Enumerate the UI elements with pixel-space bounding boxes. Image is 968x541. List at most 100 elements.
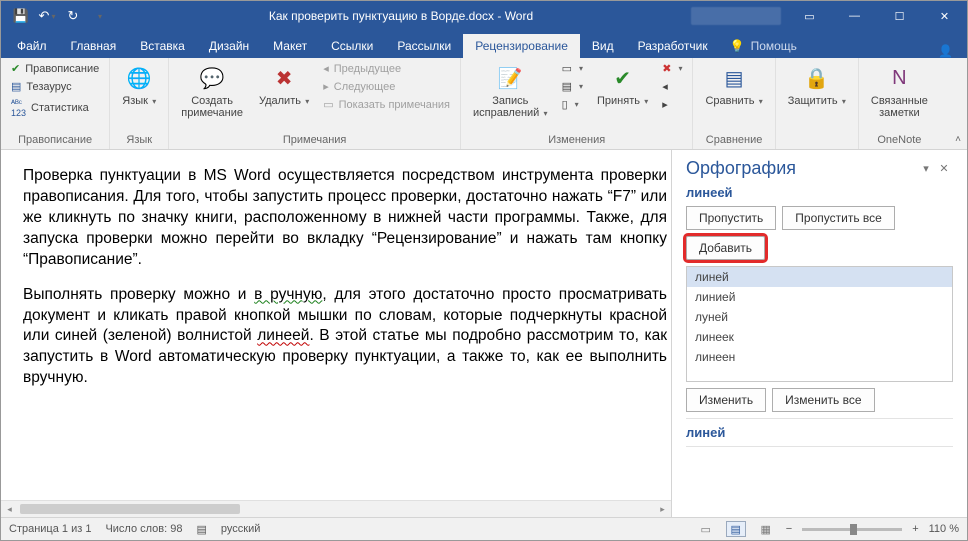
delete-comment-button[interactable]: ✖ Удалить ▾ bbox=[253, 60, 315, 111]
group-language-label: Язык bbox=[116, 132, 162, 149]
minimize-icon[interactable]: — bbox=[832, 1, 877, 31]
group-tracking-label: Изменения bbox=[467, 132, 686, 149]
collapse-ribbon-icon[interactable]: ˄ bbox=[955, 134, 961, 145]
save-icon[interactable]: 💾 bbox=[9, 4, 33, 28]
tab-home[interactable]: Главная bbox=[59, 34, 129, 58]
language-indicator[interactable]: русский bbox=[221, 523, 260, 535]
tab-file[interactable]: Файл bbox=[5, 34, 59, 58]
new-comment-button[interactable]: 💬 Создать примечание bbox=[175, 60, 249, 122]
tab-references[interactable]: Ссылки bbox=[319, 34, 385, 58]
spelling-button[interactable]: ✔Правописание bbox=[7, 60, 103, 77]
window-title: Как проверить пунктуацию в Ворде.docx - … bbox=[111, 9, 691, 23]
next-change-button[interactable]: ▸ bbox=[658, 96, 686, 113]
zoom-value[interactable]: 110 % bbox=[929, 523, 959, 535]
zoom-slider[interactable] bbox=[802, 528, 902, 531]
track-changes-button[interactable]: 📝 Запись исправлений ▾ bbox=[467, 60, 554, 123]
word-count-button[interactable]: ᴬᴮᶜ123Статистика bbox=[7, 96, 103, 120]
zoom-out-icon[interactable]: − bbox=[786, 523, 792, 535]
group-protect-label bbox=[782, 132, 852, 149]
suggestion-item[interactable]: линеен bbox=[687, 347, 952, 367]
linked-notes-button[interactable]: N Связанные заметки bbox=[865, 60, 934, 122]
skip-button[interactable]: Пропустить bbox=[686, 206, 776, 230]
comment-delete-icon: ✖ bbox=[276, 63, 293, 93]
comment-new-icon: 💬 bbox=[200, 63, 225, 93]
spelling-error[interactable]: линеей bbox=[257, 327, 309, 344]
paragraph-1[interactable]: Проверка пунктуации в MS Word осуществля… bbox=[23, 166, 667, 271]
suggestion-item[interactable]: линей bbox=[687, 267, 952, 287]
markup-icon: ▤ bbox=[562, 80, 572, 93]
ribbon-options-icon[interactable]: ▭ bbox=[787, 1, 832, 31]
change-button[interactable]: Изменить bbox=[686, 388, 766, 412]
status-bar: Страница 1 из 1 Число слов: 98 ▤ русский… bbox=[1, 517, 967, 540]
qat-customize-icon[interactable]: ▾ bbox=[87, 4, 111, 28]
tell-me[interactable]: 💡 Помощь bbox=[720, 34, 807, 58]
suggestion-item[interactable]: луней bbox=[687, 307, 952, 327]
prev-comment-button[interactable]: ◂Предыдущее bbox=[319, 60, 454, 77]
tab-insert[interactable]: Вставка bbox=[128, 34, 197, 58]
read-mode-icon[interactable]: ▭ bbox=[696, 521, 716, 537]
lightbulb-icon: 💡 bbox=[730, 39, 745, 53]
tab-view[interactable]: Вид bbox=[580, 34, 626, 58]
tab-design[interactable]: Дизайн bbox=[197, 34, 261, 58]
group-comments: 💬 Создать примечание ✖ Удалить ▾ ◂Предыд… bbox=[169, 58, 461, 149]
divider bbox=[686, 446, 953, 447]
grammar-error[interactable]: в ручную bbox=[254, 286, 322, 303]
compare-icon: ▤ bbox=[725, 63, 744, 93]
maximize-icon[interactable]: ☐ bbox=[877, 1, 922, 31]
tracking-markup-button[interactable]: ▤▾ bbox=[558, 78, 587, 95]
redo-icon[interactable]: ↻ bbox=[61, 4, 85, 28]
book-check-icon: ▤ bbox=[197, 523, 207, 536]
pane-icon: ▯ bbox=[562, 98, 568, 111]
suggestions-list[interactable]: линей линией луней линеек линеен bbox=[686, 266, 953, 382]
skip-all-button[interactable]: Пропустить все bbox=[782, 206, 895, 230]
document-body[interactable]: Проверка пунктуации в MS Word осуществля… bbox=[1, 150, 671, 389]
suggestion-item[interactable]: линией bbox=[687, 287, 952, 307]
tracking-display-button[interactable]: ▭▾ bbox=[558, 60, 587, 77]
language-button[interactable]: 🌐 Язык ▾ bbox=[116, 60, 162, 111]
tab-mailings[interactable]: Рассылки bbox=[385, 34, 463, 58]
zoom-knob[interactable] bbox=[850, 524, 857, 535]
scroll-right-icon[interactable]: ▸ bbox=[654, 504, 671, 515]
compare-button[interactable]: ▤ Сравнить ▾ bbox=[699, 60, 768, 111]
tab-developer[interactable]: Разработчик bbox=[626, 34, 720, 58]
print-layout-icon[interactable]: ▤ bbox=[726, 521, 746, 537]
web-layout-icon[interactable]: ▦ bbox=[756, 521, 776, 537]
thesaurus-button[interactable]: ▤Тезаурус bbox=[7, 78, 103, 95]
show-comments-button[interactable]: ▭Показать примечания bbox=[319, 96, 454, 113]
accept-button[interactable]: ✔ Принять ▾ bbox=[591, 60, 654, 111]
group-comments-label: Примечания bbox=[175, 132, 454, 149]
word-count[interactable]: Число слов: 98 bbox=[105, 523, 182, 535]
scroll-thumb[interactable] bbox=[20, 504, 240, 514]
paragraph-2[interactable]: Выполнять проверку можно и в ручную, для… bbox=[23, 285, 667, 390]
window-controls: ▭ — ☐ ✕ bbox=[787, 1, 967, 31]
pane-options-icon[interactable]: ▾ bbox=[917, 162, 935, 175]
suggestion-item[interactable]: линеек bbox=[687, 327, 952, 347]
zoom-in-icon[interactable]: + bbox=[912, 523, 918, 535]
add-button[interactable]: Добавить bbox=[686, 236, 765, 260]
close-icon[interactable]: ✕ bbox=[922, 1, 967, 31]
pane-close-icon[interactable]: ✕ bbox=[935, 162, 953, 175]
horizontal-scrollbar[interactable]: ◂ ▸ bbox=[1, 500, 671, 517]
change-all-button[interactable]: Изменить все bbox=[772, 388, 874, 412]
document-pane[interactable]: Проверка пунктуации в MS Word осуществля… bbox=[1, 150, 671, 517]
group-compare-label: Сравнение bbox=[699, 132, 768, 149]
scroll-left-icon[interactable]: ◂ bbox=[1, 504, 18, 515]
page-indicator[interactable]: Страница 1 из 1 bbox=[9, 523, 91, 535]
prev-change-icon: ◂ bbox=[662, 80, 668, 93]
undo-icon[interactable]: ↶▾ bbox=[35, 4, 59, 28]
group-protect: 🔒 Защитить ▾ bbox=[776, 58, 859, 149]
share-icon[interactable]: 👤 bbox=[938, 44, 953, 58]
proofing-status[interactable]: ▤ bbox=[197, 523, 207, 536]
tracking-pane-button[interactable]: ▯▾ bbox=[558, 96, 587, 113]
tab-review[interactable]: Рецензирование bbox=[463, 34, 580, 58]
ribbon-tabs: Файл Главная Вставка Дизайн Макет Ссылки… bbox=[1, 31, 967, 58]
tab-layout[interactable]: Макет bbox=[261, 34, 319, 58]
account-name[interactable] bbox=[691, 7, 781, 25]
group-onenote: N Связанные заметки OneNote bbox=[859, 58, 940, 149]
next-comment-button[interactable]: ▸Следующее bbox=[319, 78, 454, 95]
prev-icon: ◂ bbox=[323, 62, 329, 75]
reject-button[interactable]: ✖▾ bbox=[658, 60, 686, 77]
protect-button[interactable]: 🔒 Защитить ▾ bbox=[782, 60, 852, 111]
prev-change-button[interactable]: ◂ bbox=[658, 78, 686, 95]
accept-icon: ✔ bbox=[614, 63, 631, 93]
